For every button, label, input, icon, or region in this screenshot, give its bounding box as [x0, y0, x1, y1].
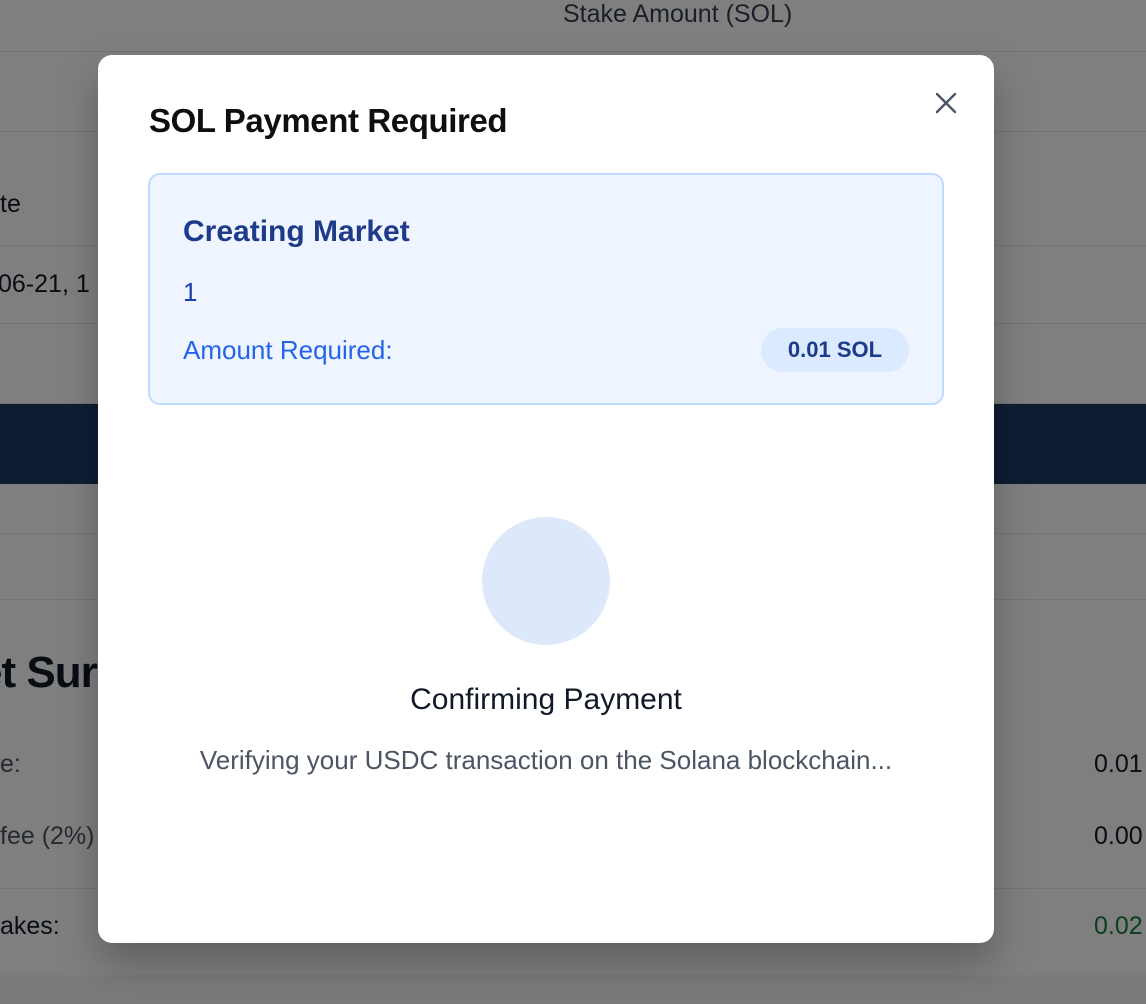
card-value: 1: [183, 277, 198, 307]
loading-spinner: [482, 517, 610, 645]
modal-title: SOL Payment Required: [149, 102, 508, 139]
close-button[interactable]: [932, 89, 960, 117]
payment-info-card: Creating Market 1 Amount Required: 0.01 …: [148, 173, 944, 405]
close-icon: [935, 92, 957, 114]
amount-required-label: Amount Required:: [183, 335, 393, 365]
amount-badge: 0.01 SOL: [761, 328, 909, 372]
status-description: Verifying your USDC transaction on the S…: [199, 745, 893, 775]
payment-modal: SOL Payment Required Creating Market 1 A…: [98, 55, 994, 943]
card-title: Creating Market: [183, 215, 410, 248]
status-title: Confirming Payment: [410, 683, 682, 716]
